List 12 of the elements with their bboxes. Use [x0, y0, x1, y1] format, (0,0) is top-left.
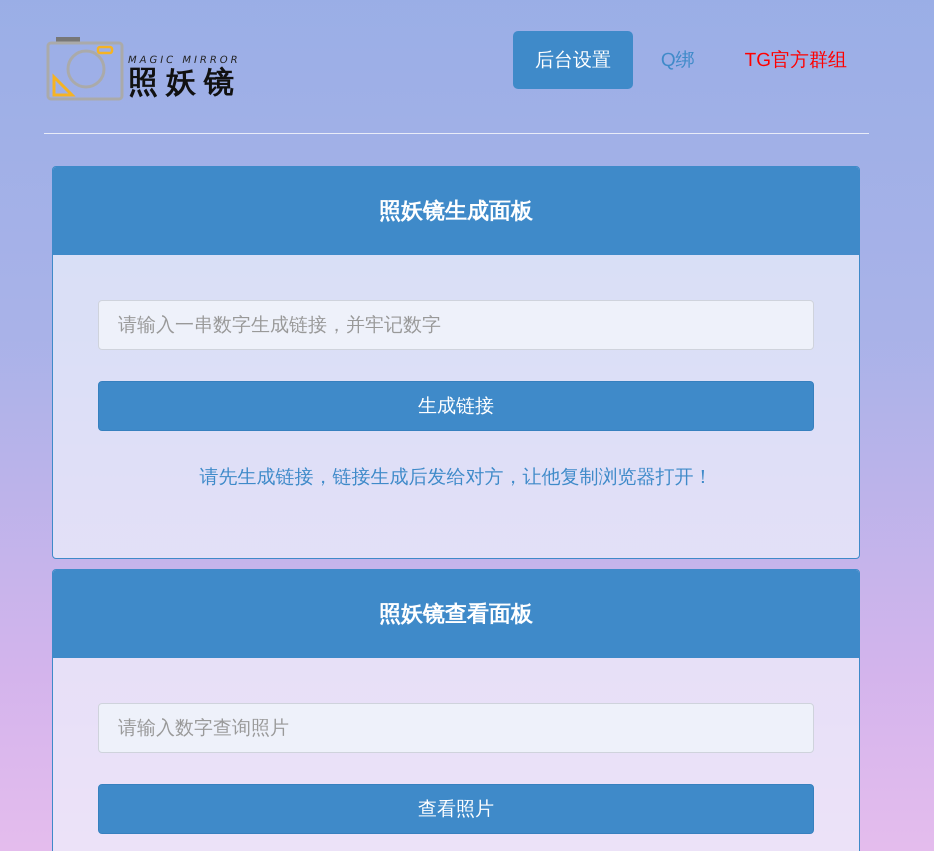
hint-text: 请先生成链接，链接生成后发给对方，让他复制浏览器打开！: [198, 465, 714, 490]
submit-button[interactable]: 生成链接: [98, 381, 814, 431]
panel-title: 照妖镜查看面板: [379, 601, 533, 629]
input-field[interactable]: 请输入一串数字生成链接，并牢记数字: [98, 300, 814, 350]
logo-tagline: MAGIC MIRROR: [128, 54, 242, 66]
panel-title: 照妖镜生成面板: [379, 198, 533, 226]
nav-link[interactable]: TG官方群组: [722, 30, 869, 88]
nav-link[interactable]: 后台设置: [512, 30, 633, 88]
camera-icon: [46, 36, 124, 100]
submit-button[interactable]: 查看照片: [98, 784, 814, 834]
input-field[interactable]: 请输入数字查询照片: [98, 703, 814, 753]
logo-name: 照妖镜: [128, 66, 242, 98]
